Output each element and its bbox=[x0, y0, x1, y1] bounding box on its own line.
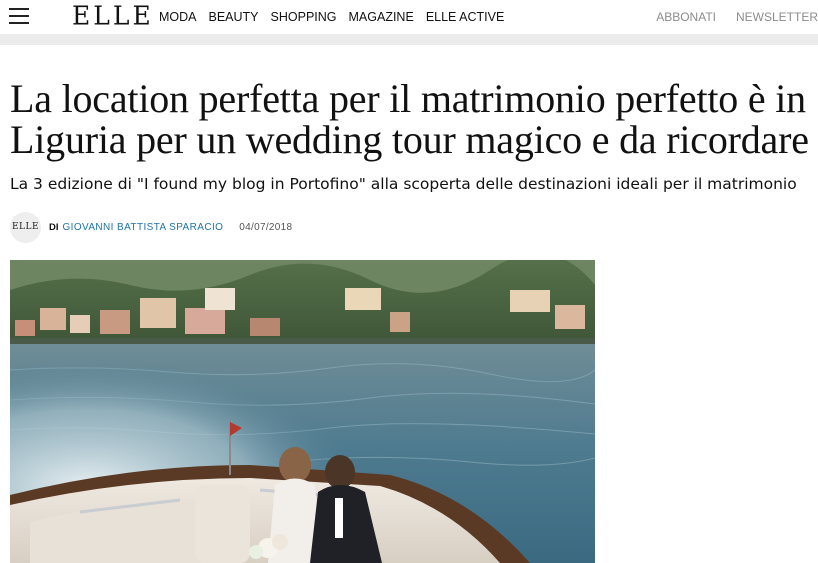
subscribe-link[interactable]: ABBONATI bbox=[656, 9, 716, 25]
author-link[interactable]: GIOVANNI BATTISTA SPARACIO bbox=[63, 222, 224, 233]
article-headline: La location perfetta per il matrimonio p… bbox=[10, 76, 809, 162]
photo-couple-boat-icon bbox=[10, 260, 595, 563]
newsletter-link[interactable]: NEWSLETTER bbox=[736, 9, 818, 25]
site-logo[interactable]: ELLE bbox=[72, 1, 154, 30]
nav-item-elle-active[interactable]: ELLE ACTIVE bbox=[426, 9, 505, 25]
publish-date: 04/07/2018 bbox=[239, 221, 293, 233]
menu-icon[interactable] bbox=[9, 7, 29, 24]
hero-image[interactable] bbox=[10, 260, 595, 563]
byline: ELLE DI GIOVANNI BATTISTA SPARACIO 04/07… bbox=[10, 211, 293, 243]
main-nav: MODA BEAUTY SHOPPING MAGAZINE ELLE ACTIV… bbox=[159, 9, 504, 25]
header-divider bbox=[0, 34, 818, 45]
site-header: ELLE MODA BEAUTY SHOPPING MAGAZINE ELLE … bbox=[0, 0, 818, 34]
nav-item-magazine[interactable]: MAGAZINE bbox=[349, 9, 414, 25]
byline-prefix: DI bbox=[49, 221, 59, 233]
author-avatar[interactable]: ELLE bbox=[10, 211, 41, 243]
nav-item-moda[interactable]: MODA bbox=[159, 9, 197, 25]
nav-item-shopping[interactable]: SHOPPING bbox=[271, 9, 337, 25]
utility-nav: ABBONATI NEWSLETTER bbox=[656, 9, 818, 25]
nav-item-beauty[interactable]: BEAUTY bbox=[209, 9, 259, 25]
article-subtitle: La 3 edizione di "I found my blog in Por… bbox=[10, 175, 797, 193]
